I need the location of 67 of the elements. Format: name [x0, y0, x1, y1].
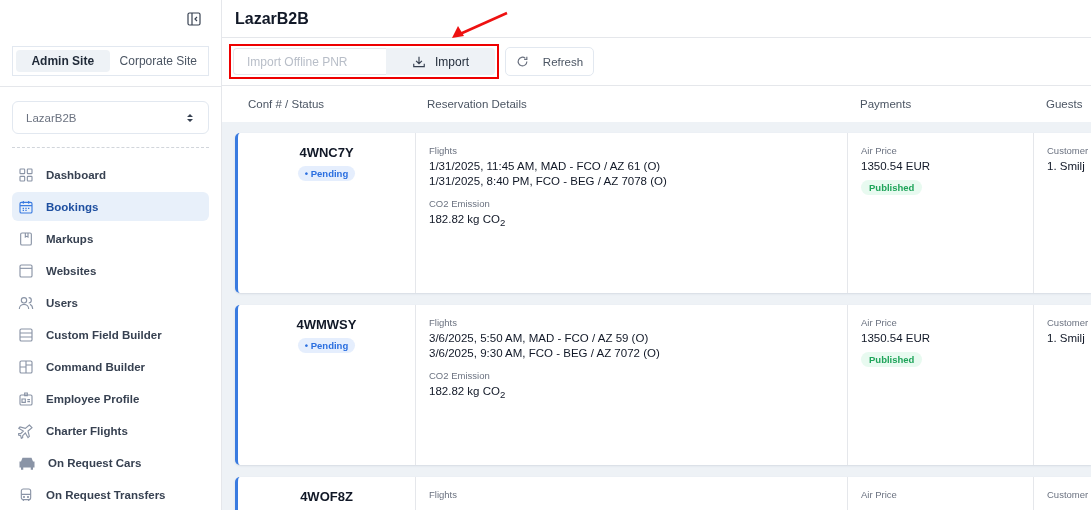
column-header: Payments [860, 98, 913, 110]
co2-value: 182.82 kg CO$_{2}$ [429, 212, 507, 231]
sidebar-item[interactable]: Dashboard [12, 160, 209, 189]
column-header: Conf # / Status [248, 98, 326, 110]
layout-icon [18, 358, 34, 375]
confirmation-code: 4WNC7Y [299, 145, 354, 160]
sidebar-item[interactable]: Employee Profile [12, 384, 209, 413]
sidebar-item[interactable]: On Request Transfers [12, 480, 209, 509]
refresh-button[interactable]: Refresh [505, 47, 594, 76]
price-label: Air Price [861, 145, 898, 156]
bus-icon [18, 486, 34, 503]
status-badge: • Pending [297, 166, 356, 181]
flights-label: Flights [429, 489, 458, 500]
column-header: Guests [1046, 98, 1084, 110]
sidebar-item[interactable]: On Request Cars [12, 448, 209, 477]
rows-icon [18, 326, 34, 343]
sidebar-item[interactable]: Bookings [12, 192, 209, 221]
window-icon [18, 262, 34, 279]
grid-icon [18, 166, 34, 183]
co2-label: CO2 Emission [429, 198, 491, 209]
site-tab[interactable]: Admin Site [16, 50, 110, 72]
payment-status-badge: Published [861, 352, 923, 367]
co2-label: CO2 Emission [429, 370, 491, 381]
sort-caret-icon [186, 112, 194, 123]
pnr-input-field[interactable]: Import Offline PNR [233, 48, 386, 75]
guests-label: Customer [1047, 317, 1089, 328]
booking-card[interactable]: 4WOF8Z Flights Air Price Customer [235, 477, 1091, 510]
calendar-icon [18, 198, 34, 215]
flight-text: 3/6/2025, 9:30 AM, FCO - BEG / AZ 7072 (O) [429, 346, 661, 361]
guests-label: Customer [1047, 489, 1089, 500]
flight-text: 3/6/2025, 5:50 AM, MAD - FCO / AZ 59 (O) [429, 331, 650, 346]
id-badge-icon [18, 390, 34, 407]
sidebar-item[interactable]: Charter Flights [12, 416, 209, 445]
sidebar-toggle-icon[interactable] [187, 12, 201, 26]
confirmation-code: 4WOF8Z [300, 489, 353, 504]
page-title: LazarB2B [235, 9, 309, 28]
guest-name: 1. Smilj [1047, 159, 1086, 174]
price-label: Air Price [861, 489, 898, 500]
payment-status-badge: Published [861, 180, 923, 195]
price-value: 1350.54 EUR [861, 331, 932, 346]
site-tab[interactable]: Corporate Site [111, 50, 205, 72]
sidebar-item[interactable]: Websites [12, 256, 209, 285]
status-badge: • Pending [297, 338, 356, 353]
confirmation-code: 4WMWSY [296, 317, 357, 332]
guest-name: 1. Smilj [1047, 331, 1086, 346]
booking-card[interactable]: 4WNC7Y • Pending Flights 1/31/2025, 11:45 AM, MAD - FCO / AZ 61 (O) 1/31/2025, 8:40 PM, FCO - BEG / AZ 7078 (O) CO2 Emission 182.82 kg CO$_{2}$ Air Price 1350.54 EUR Published Customer 1. Smilj [235, 133, 1091, 293]
guests-label: Customer [1047, 145, 1089, 156]
account-select[interactable]: LazarB2B [12, 101, 209, 134]
import-button[interactable]: Import [386, 48, 495, 75]
airplane-icon [18, 422, 34, 439]
users-icon [18, 294, 34, 311]
flights-label: Flights [429, 317, 458, 328]
price-value: 1350.54 EUR [861, 159, 932, 174]
flight-text: 1/31/2025, 8:40 PM, FCO - BEG / AZ 7078 (O) [429, 174, 668, 189]
price-label: Air Price [861, 317, 898, 328]
sidebar-item[interactable]: Markups [12, 224, 209, 253]
refresh-icon [515, 55, 529, 68]
co2-value: 182.82 kg CO$_{2}$ [429, 384, 507, 403]
booking-card[interactable]: 4WMWSY • Pending Flights 3/6/2025, 5:50 AM, MAD - FCO / AZ 59 (O) 3/6/2025, 9:30 AM, FCO - BEG / AZ 7072 (O) CO2 Emission 182.82 kg CO$_{2}$ Air Price 1350.54 EUR Published Customer 1. Smilj [235, 305, 1091, 465]
bookmark-icon [18, 230, 34, 247]
sidebar-item[interactable]: Command Builder [12, 352, 209, 381]
column-header: Reservation Details [427, 98, 528, 110]
sidebar-item[interactable]: Users [12, 288, 209, 317]
download-icon [412, 54, 426, 69]
flight-text: 1/31/2025, 11:45 AM, MAD - FCO / AZ 61 (O) [429, 159, 662, 174]
flights-label: Flights [429, 145, 458, 156]
sidebar-item[interactable]: Custom Field Builder [12, 320, 209, 349]
